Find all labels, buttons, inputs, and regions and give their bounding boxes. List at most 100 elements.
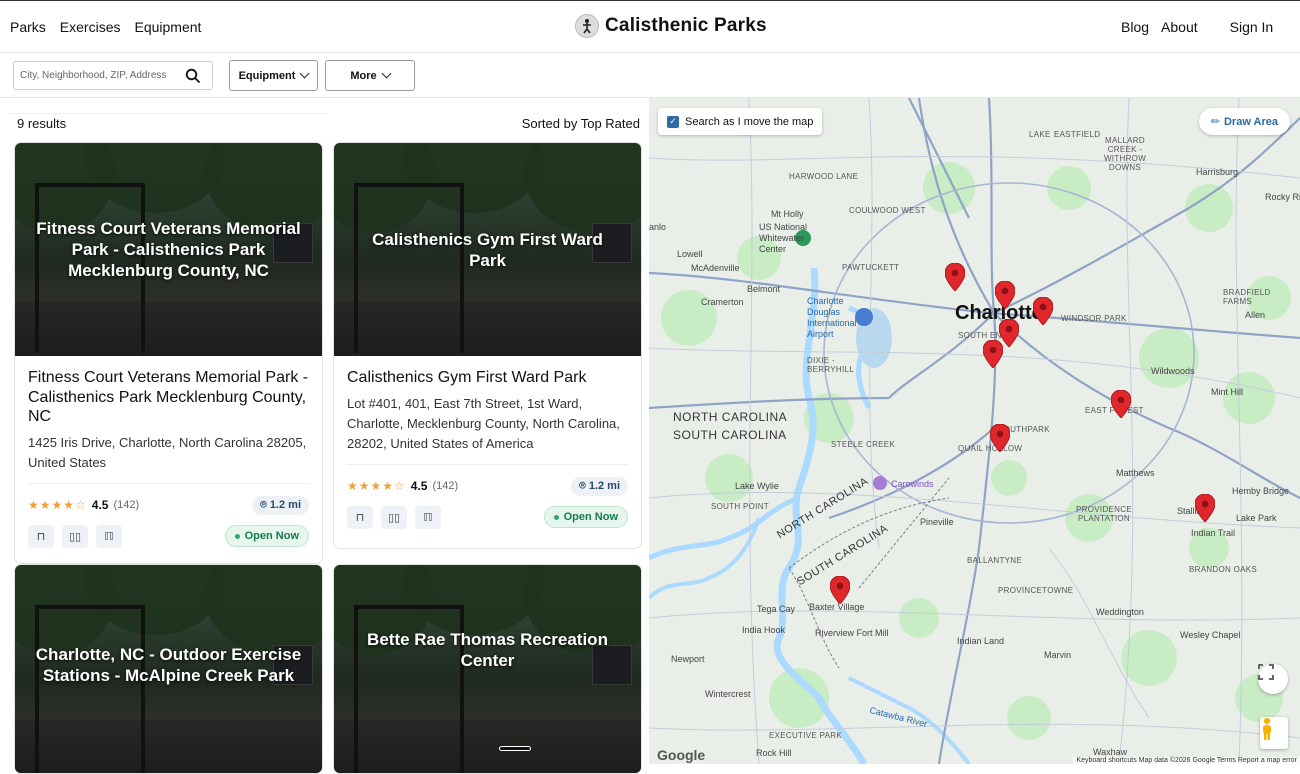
map-label: Wesley Chapel <box>1180 630 1241 640</box>
map-label: DIXIE - BERRYHILL <box>807 356 855 374</box>
checkbox-checked-icon[interactable]: ✓ <box>667 115 679 128</box>
park-map-pin-icon[interactable] <box>1111 390 1131 418</box>
map-label: BRANDON OAKS <box>1189 565 1258 574</box>
monkey-bars-icon[interactable]: ℿ <box>96 524 122 548</box>
map-label: Weddington <box>1096 607 1144 617</box>
map-label: Rock Hill <box>756 748 792 758</box>
park-photo: Charlotte, NC - Outdoor Exercise Station… <box>15 565 322 773</box>
results-count: 9 results <box>17 116 67 131</box>
park-map-pin-icon[interactable] <box>983 340 1003 368</box>
park-map-pin-icon[interactable] <box>830 576 850 604</box>
map-label: Tega Cay <box>757 604 796 614</box>
search-icon[interactable] <box>185 68 201 84</box>
chevron-down-icon <box>299 68 310 79</box>
map-label: Riverview Fort Mill <box>815 628 889 638</box>
sign-in-link[interactable]: Sign In <box>1230 19 1274 35</box>
parallel-bars-icon[interactable]: ▯▯ <box>381 505 407 529</box>
park-name[interactable]: Fitness Court Veterans Memorial Park - C… <box>28 368 309 427</box>
map-panel[interactable]: HARWOOD LANE Mt Holly COULWOOD WEST US N… <box>649 98 1300 764</box>
map-label: PROVIDENCE PLANTATION <box>1076 505 1132 523</box>
open-status-text: Open Now <box>563 511 618 523</box>
map-label: BALLANTYNE <box>967 556 1023 565</box>
park-map-pin-icon[interactable] <box>1033 297 1053 325</box>
divider <box>8 113 328 114</box>
equipment-icons-row: ⊓ ▯▯ ℿ Open Now <box>347 505 628 529</box>
draw-area-button[interactable]: ✏ Draw Area <box>1198 108 1290 135</box>
fullscreen-button[interactable] <box>1258 664 1288 694</box>
location-search-box <box>13 61 213 90</box>
rating-score: 4.5 <box>410 479 428 493</box>
nav-about-link[interactable]: About <box>1161 19 1198 35</box>
map-label: STEELE CREEK <box>831 440 896 449</box>
map-label: LAKE <box>1029 130 1051 139</box>
brand-home-link[interactable]: Calisthenic Parks <box>575 14 767 38</box>
chevron-down-icon <box>381 68 392 79</box>
map-label: McAdenville <box>691 263 740 273</box>
park-card[interactable]: Bette Rae Thomas Recreation Center <box>333 564 642 774</box>
more-filters-dropdown[interactable]: More <box>325 60 415 91</box>
park-photo-caption: Fitness Court Veterans Memorial Park - C… <box>36 219 301 280</box>
park-map-pin-icon[interactable] <box>1195 494 1215 522</box>
nav-exercises-link[interactable]: Exercises <box>60 19 121 35</box>
park-card[interactable]: Charlotte, NC - Outdoor Exercise Station… <box>14 564 323 774</box>
nav-blog-link[interactable]: Blog <box>1121 19 1149 35</box>
park-card[interactable]: Fitness Court Veterans Memorial Park - C… <box>14 142 323 564</box>
search-as-move-toggle[interactable]: ✓ Search as I move the map <box>658 108 823 135</box>
map-label: WINDSOR PARK <box>1061 314 1127 323</box>
google-logo: Google <box>657 747 706 763</box>
map-label: PROVINCETOWNE <box>998 586 1074 595</box>
map-label: Charlotte Douglas International Airport <box>807 296 857 339</box>
pull-up-bar-icon[interactable]: ⊓ <box>28 524 54 548</box>
map-label: NORTH CAROLINA <box>673 410 788 424</box>
draw-area-label: Draw Area <box>1223 115 1278 128</box>
map-label: Carowinds <box>891 479 934 489</box>
nav-parks-link[interactable]: Parks <box>10 19 46 35</box>
star-rating-icon: ★★★★☆ <box>28 498 87 512</box>
map-label: India Hook <box>742 625 786 635</box>
map-label: Wintercrest <box>705 689 751 699</box>
park-map-pin-icon[interactable] <box>945 263 965 291</box>
sort-order-label[interactable]: Sorted by Top Rated <box>522 116 640 131</box>
distance-badge: ⌾ 1.2 mi <box>252 495 309 515</box>
map-label: Harrisburg <box>1196 167 1239 177</box>
monkey-bars-icon[interactable]: ℿ <box>415 505 441 529</box>
map-label: Hemby Bridge <box>1232 486 1290 496</box>
map-label: Belmont <box>747 284 781 294</box>
map-label: Allen <box>1245 310 1266 320</box>
map-label: Cramerton <box>701 297 744 307</box>
map-label: PAWTUCKETT <box>842 263 900 272</box>
park-photo: Calisthenics Gym First Ward Park <box>334 143 641 356</box>
scroll-handle[interactable] <box>499 746 531 751</box>
pull-up-bar-icon[interactable]: ⊓ <box>347 505 373 529</box>
pegman-icon <box>1263 717 1271 740</box>
park-address: 1425 Iris Drive, Charlotte, North Caroli… <box>28 434 307 470</box>
expand-icon <box>1258 664 1274 680</box>
nav-equipment-link[interactable]: Equipment <box>134 19 201 35</box>
distance-value: 1.2 mi <box>588 479 620 492</box>
map-label: SOUTH CAROLINA <box>673 428 787 442</box>
street-view-pegman-button[interactable] <box>1260 717 1288 749</box>
open-status-badge: Open Now <box>543 506 628 528</box>
park-map-pin-icon[interactable] <box>990 424 1010 452</box>
park-card[interactable]: Calisthenics Gym First Ward Park Calisth… <box>333 142 642 549</box>
map-attribution[interactable]: Keyboard shortcuts Map data ©2026 Google… <box>1073 757 1300 764</box>
top-navigation-bar: Parks Exercises Equipment Calisthenic Pa… <box>0 0 1300 53</box>
equipment-filter-dropdown[interactable]: Equipment <box>229 60 318 91</box>
map-label: US National Whitewater Center <box>759 222 808 254</box>
primary-nav: Parks Exercises Equipment <box>10 19 201 35</box>
distance-badge: ⌾ 1.2 mi <box>571 476 628 496</box>
pencil-icon: ✏ <box>1210 116 1220 128</box>
map-label: Pineville <box>920 517 954 527</box>
parallel-bars-icon[interactable]: ▯▯ <box>62 524 88 548</box>
park-photo-caption: Charlotte, NC - Outdoor Exercise Station… <box>35 645 302 685</box>
park-photo: Fitness Court Veterans Memorial Park - C… <box>15 143 322 356</box>
map-label: Lake Park <box>1236 513 1277 523</box>
park-map-pin-icon[interactable] <box>995 281 1015 309</box>
location-search-input[interactable] <box>20 70 185 81</box>
map-label: HARWOOD LANE <box>789 172 859 181</box>
distance-value: 1.2 mi <box>269 498 301 511</box>
star-rating-icon: ★★★★☆ <box>347 479 406 493</box>
map-label: Marvin <box>1044 650 1072 660</box>
park-name[interactable]: Calisthenics Gym First Ward Park <box>347 368 628 388</box>
brand-name: Calisthenic Parks <box>605 15 767 36</box>
